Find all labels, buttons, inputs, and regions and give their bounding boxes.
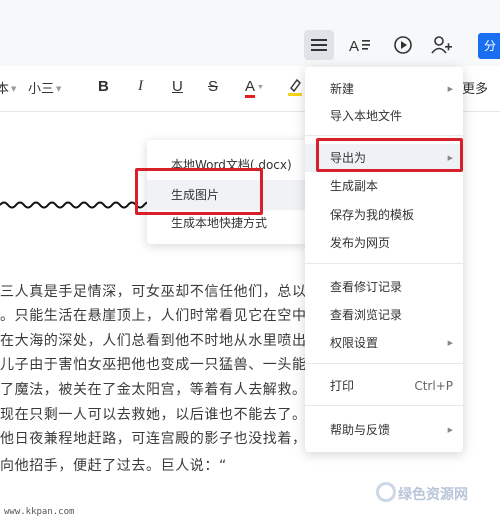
document-line: 。只能生活在悬崖顶上，人们时常看见它在空中不 [0,308,322,324]
menu-item-label: 发布为网页 [330,236,391,250]
document-line: 在大海的深处，人们总看到他不时地从水里喷出巨 [0,333,322,349]
squiggle-divider [0,201,150,209]
share-button[interactable]: 分 [478,33,500,59]
play-icon[interactable] [388,30,418,60]
menu-item-label: 帮助与反馈 [330,423,391,437]
strikethrough-button[interactable]: S [208,78,218,95]
main-menu: 新建 ▶ 导入本地文件 导出为 ▶ 生成副本 保存为我的模板 发布为网页 查看修… [305,67,463,452]
font-family-select[interactable]: 本 ▼ [0,78,16,97]
document-line: 了魔法，被关在了金太阳宫，等着有人去解救。已 [0,382,322,398]
highlighter-icon[interactable] [288,78,302,100]
menu-divider [305,263,463,264]
watermark-logo-icon [376,482,396,502]
menu-item-help[interactable]: 帮助与反馈 ▶ [305,416,463,444]
document-line: 他日夜兼程地赶路，可连宫殿的影子也没找着，最 [0,431,322,447]
menu-item-save-template[interactable]: 保存为我的模板 [305,201,463,229]
menu-item-label: 新建 [330,82,355,96]
document-line: 儿子由于害怕女巫把他也变成一只猛兽、一头能哎 [0,357,322,373]
add-user-icon[interactable] [427,30,457,60]
menu-item-label: 保存为我的模板 [330,208,415,222]
font-size-value: 小三 [28,82,55,97]
chevron-right-icon: ▶ [447,85,453,93]
menu-item-make-copy[interactable]: 生成副本 [305,172,463,200]
font-color-label: A [245,78,256,98]
menu-item-view-history[interactable]: 查看浏览记录 [305,301,463,329]
document-line: 现在只剩一人可以去救她，以后谁也不能去了。这 [0,407,322,423]
italic-button[interactable]: I [138,78,143,95]
menu-item-label: 打印 [330,379,355,393]
menu-item-permissions[interactable]: 权限设置 ▶ [305,329,463,357]
menu-divider [305,363,463,364]
more-button[interactable]: 更多 [462,78,488,97]
chevron-right-icon: ▶ [447,339,453,347]
menu-item-label: 权限设置 [330,336,379,350]
font-family-value: 本 [0,82,10,97]
menu-item-import-local[interactable]: 导入本地文件 [305,102,463,130]
underline-button[interactable]: U [172,78,183,95]
more-label: 更多 [462,82,489,97]
font-color-button[interactable]: A ▼ [245,78,264,98]
menu-item-label: 查看浏览记录 [330,308,403,322]
menu-icon[interactable] [304,30,334,60]
menu-item-print[interactable]: 打印 Ctrl+P [305,372,463,400]
menu-item-label: 生成副本 [330,179,379,193]
chevron-down-icon: ▼ [11,85,17,93]
top-header [0,0,500,66]
document-line: 向他招手，便赶了过去。巨人说：“ [0,458,227,474]
menu-divider [305,405,463,406]
chevron-down-icon: ▼ [56,85,62,93]
svg-text:A: A [349,38,359,54]
menu-divider [305,135,463,136]
chevron-down-icon: ▼ [257,84,264,91]
menu-item-publish-web[interactable]: 发布为网页 [305,229,463,257]
watermark-url: www.kkpan.com [4,507,75,517]
chevron-right-icon: ▶ [447,426,453,434]
menu-item-label: 查看修订记录 [330,280,403,294]
menu-item-revision-history[interactable]: 查看修订记录 [305,273,463,301]
font-size-select[interactable]: 小三 ▼ [28,78,61,97]
menu-item-new[interactable]: 新建 ▶ [305,75,463,103]
print-shortcut: Ctrl+P [414,379,453,393]
document-line: 三人真是手足情深，可女巫却不信任他们，总以为 [0,284,322,300]
bold-button[interactable]: B [98,78,109,95]
watermark-brand: 绿色资源网 [398,487,468,503]
highlight-box-export-as [316,138,463,172]
highlight-box-generate-image [135,168,263,215]
menu-item-label: 导入本地文件 [330,109,403,123]
text-style-icon[interactable]: A [345,30,375,60]
